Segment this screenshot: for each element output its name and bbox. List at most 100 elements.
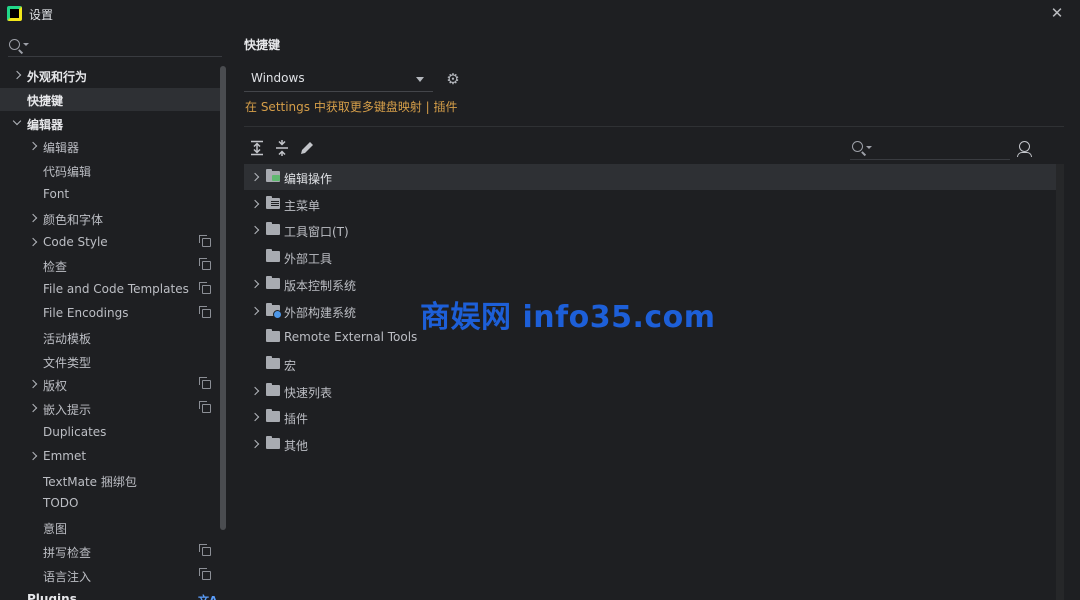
action-tree-label: 版本控制系统 [284,278,357,293]
action-tree: 编辑操作 主菜单 工具窗口(T) 外部工具 版本控制系统 外部构建系统 Remote Ext… [244,164,1064,600]
sidebar-item[interactable]: 编辑器 [0,135,222,158]
sidebar-item-label: TextMate 捆绑包 [43,474,137,489]
chevron-right-icon[interactable] [250,279,260,289]
action-search-field[interactable] [850,138,1010,160]
action-tree-label: 主菜单 [284,198,321,213]
action-tree-label: 快速列表 [284,385,333,400]
action-tree-scroll-track[interactable] [1056,164,1064,600]
action-tree-label: 编辑操作 [284,172,333,186]
sidebar-item-label: 编辑器 [43,141,80,156]
sidebar-item[interactable]: Code Style [0,231,222,254]
sidebar-item[interactable]: 外观和行为 [0,64,222,87]
sidebar-item[interactable]: Duplicates [0,421,222,444]
project-scope-icon [199,567,211,580]
folder-icon [266,275,280,289]
gear-icon[interactable]: ⚙ [445,71,461,87]
divider [244,126,1064,127]
gear-folder-icon [266,302,282,319]
sidebar-item[interactable]: 快捷键 [0,87,222,111]
project-scope-icon [199,234,211,247]
sidebar-item-label: Code Style [43,234,108,249]
action-tree-row[interactable]: 其他 [244,431,1056,457]
sidebar-item[interactable]: Emmet [0,445,222,468]
action-tree-label: 外部工具 [284,252,333,267]
chevron-down-icon[interactable] [12,118,22,128]
sidebar-item-label: TODO [43,496,79,511]
close-icon[interactable]: ✕ [1049,5,1065,21]
sidebar-item[interactable]: 文件类型 [0,350,222,373]
action-tree-row[interactable]: 工具窗口(T) [244,217,1056,243]
chevron-down-icon [416,77,424,82]
chevron-right-icon[interactable] [28,379,38,389]
sidebar-item-label: 编辑器 [27,117,64,132]
edit-pencil-icon[interactable] [298,139,316,157]
chevron-right-icon[interactable] [250,225,260,235]
sidebar-item[interactable]: File and Code Templates [0,278,222,301]
action-tree-label: 外部构建系统 [284,305,357,320]
action-tree-row[interactable]: 主菜单 [244,191,1056,217]
chevron-right-icon[interactable] [12,70,22,80]
expand-all-icon[interactable] [248,139,266,157]
chevron-right-icon[interactable] [250,306,260,316]
chevron-right-icon[interactable] [250,199,260,209]
sidebar-item-label: Emmet [43,448,87,463]
sidebar-item[interactable]: Plugins 文A [0,588,222,600]
search-history-caret-icon[interactable] [866,146,872,149]
sidebar-item[interactable]: 活动模板 [0,326,222,349]
get-more-keymaps-link[interactable]: 在 Settings 中获取更多键盘映射 | 插件 [245,98,458,115]
menu-folder-icon [266,195,280,209]
search-history-caret-icon[interactable] [23,43,29,46]
action-tree-row[interactable]: 插件 [244,404,1056,430]
sidebar-item[interactable]: File Encodings [0,302,222,325]
chevron-right-icon[interactable] [250,386,260,396]
search-icon [852,141,863,152]
sidebar-item-label: 颜色和字体 [43,212,104,227]
find-by-shortcut-icon[interactable] [1016,139,1034,157]
sidebar-scrollbar[interactable] [220,66,226,530]
watermark-text: 商娱网 info35.com [420,300,716,335]
settings-search-input[interactable] [32,38,218,55]
sidebar-item[interactable]: TODO [0,492,222,515]
chevron-right-icon[interactable] [28,213,38,223]
folder-icon [266,409,280,423]
action-tree-row[interactable]: 外部工具 [244,244,1056,270]
sidebar-item[interactable]: 代码编辑 [0,159,222,182]
sidebar-item[interactable]: 颜色和字体 [0,207,222,230]
sidebar-item[interactable]: 嵌入提示 [0,397,222,420]
action-tree-label: 工具窗口(T) [284,225,349,240]
action-search-input[interactable] [876,140,1006,157]
chevron-right-icon[interactable] [250,439,260,449]
sidebar-item[interactable]: 语言注入 [0,564,222,587]
sidebar-item[interactable]: 拼写检查 [0,540,222,563]
sidebar-item-label: 语言注入 [43,569,92,584]
edit-folder-icon [266,169,280,182]
sidebar-item-label: 文件类型 [43,355,92,370]
chevron-right-icon[interactable] [28,451,38,461]
chevron-right-icon[interactable] [250,412,260,422]
action-tree-row[interactable]: 快速列表 [244,378,1056,404]
sidebar-item[interactable]: Font [0,183,222,206]
sidebar-item-label: Font [43,187,70,201]
chevron-right-icon[interactable] [28,237,38,247]
sidebar-item[interactable]: 编辑器 [0,112,222,135]
sidebar-item-label: File and Code Templates [43,282,189,297]
action-tree-label: 其他 [284,439,309,453]
settings-search-field[interactable] [8,37,222,57]
action-tree-row[interactable]: 宏 [244,351,1056,377]
sidebar-item[interactable]: 意图 [0,516,222,539]
sidebar-item[interactable]: 版权 [0,373,222,396]
search-icon [9,39,20,50]
chevron-right-icon[interactable] [28,403,38,413]
action-tree-label: 宏 [284,358,297,373]
collapse-all-icon[interactable] [273,139,291,157]
project-scope-icon [199,282,211,295]
keymap-dropdown[interactable]: Windows [244,68,433,92]
sidebar-item[interactable]: 检查 [0,254,222,277]
sidebar-item-label: 版权 [43,379,68,394]
sidebar-item[interactable]: TextMate 捆绑包 [0,469,222,492]
sidebar-item-label: 外观和行为 [27,70,88,84]
chevron-right-icon[interactable] [28,141,38,151]
action-tree-row[interactable]: 编辑操作 [244,164,1056,190]
page-title: 快捷键 [244,38,281,52]
chevron-right-icon[interactable] [250,172,260,182]
